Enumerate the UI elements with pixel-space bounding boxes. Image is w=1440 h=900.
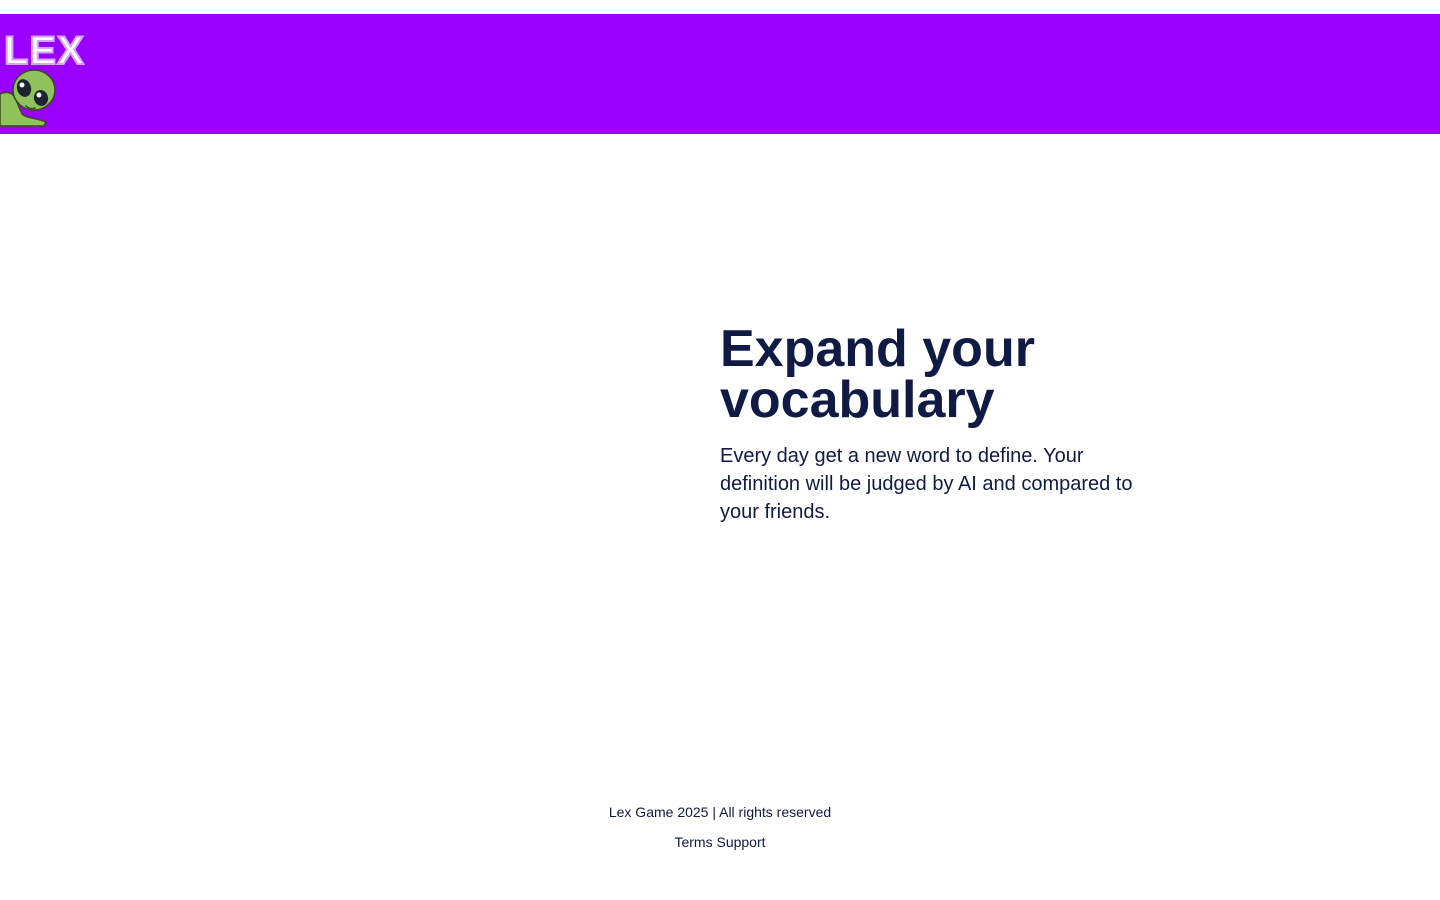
green-alien-icon — [0, 69, 56, 127]
terms-link[interactable]: Terms — [674, 834, 712, 850]
footer-links: Terms Support — [0, 830, 1440, 854]
hero-subtitle: Every day get a new word to define. Your… — [720, 445, 1133, 523]
lex-logo-link[interactable]: LEX — [0, 14, 104, 128]
support-link[interactable]: Support — [716, 834, 765, 850]
lex-logo: LEX — [0, 28, 85, 127]
top-spacer — [0, 0, 1440, 14]
site-header — [0, 14, 1440, 134]
hero-section: Expand your vocabulary Every day get a n… — [720, 320, 1160, 526]
logo-text: LEX — [4, 29, 85, 73]
site-footer: Lex Game 2025 | All rights reserved Term… — [0, 800, 1440, 854]
footer-copyright: Lex Game 2025 | All rights reserved — [608, 804, 832, 820]
hero-title: Expand your vocabulary — [720, 320, 1035, 429]
